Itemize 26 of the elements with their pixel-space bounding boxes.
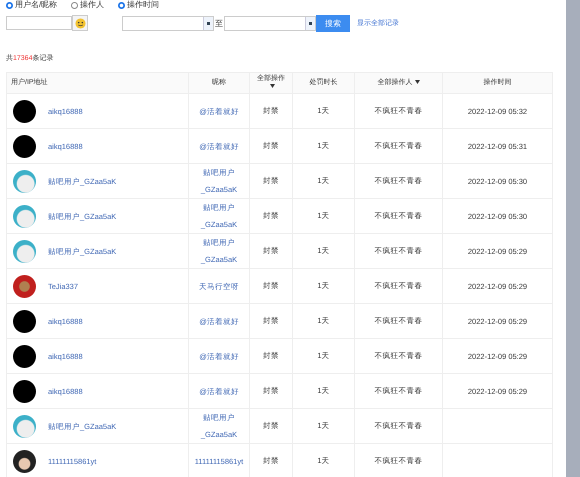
avatar-circle: [13, 344, 36, 368]
calendar-icon[interactable]: [305, 16, 315, 30]
avatar-circle: [13, 450, 36, 472]
calendar-icon[interactable]: [203, 16, 213, 30]
date-separator: 至: [215, 18, 223, 28]
avatar-circle: [13, 414, 36, 438]
scrollbar[interactable]: [566, 0, 580, 477]
avatar-circle: [13, 240, 36, 262]
caret-icon[interactable]: [270, 84, 274, 88]
start-date-field[interactable]: [122, 16, 214, 30]
avatar-circle: [13, 100, 36, 122]
emoji-button[interactable]: [72, 15, 88, 31]
name-input[interactable]: [6, 16, 72, 30]
search-button[interactable]: 搜索: [316, 14, 350, 32]
smiley-icon: [74, 18, 86, 28]
avatar-circle: [13, 170, 36, 192]
avatar-circle: [13, 274, 36, 298]
radio-option[interactable]: 用户名/昵称: [6, 1, 58, 9]
radio-option[interactable]: 操作时间: [118, 1, 160, 9]
avatar-circle: [13, 310, 36, 332]
end-date-field[interactable]: [224, 16, 316, 30]
avatar-circle: [13, 134, 36, 158]
avatar-circle: [13, 204, 36, 228]
avatar-circle: [13, 380, 36, 402]
radio-option[interactable]: 操作人: [71, 1, 104, 9]
caret-icon[interactable]: [414, 80, 420, 84]
